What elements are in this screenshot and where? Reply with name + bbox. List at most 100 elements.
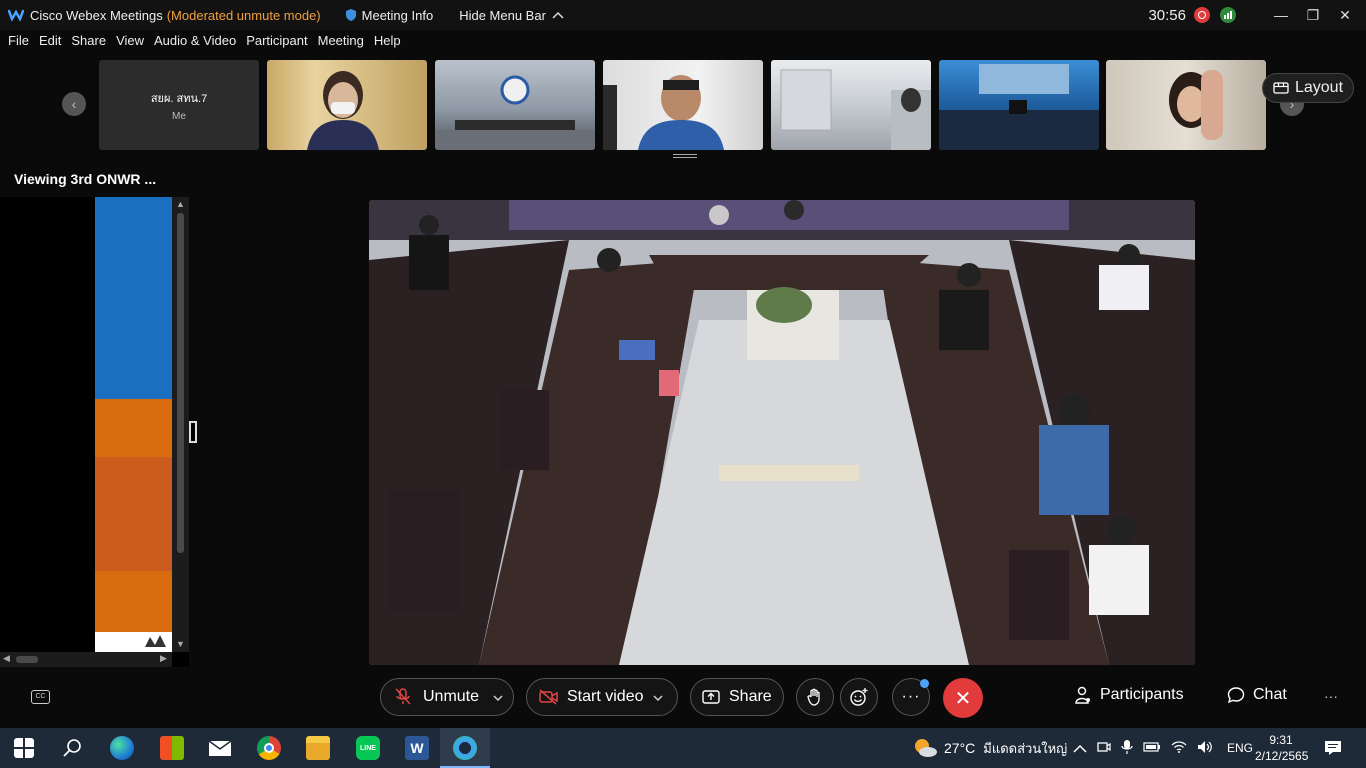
webex-logo-icon [8, 9, 24, 21]
menu-edit[interactable]: Edit [39, 33, 61, 55]
vertical-scrollbar[interactable]: ▲ ▼ [172, 197, 189, 652]
layout-label: Layout [1294, 79, 1344, 96]
hide-menu-bar-button[interactable]: Hide Menu Bar [459, 8, 564, 23]
mail-icon[interactable] [208, 736, 232, 760]
camera-off-icon [539, 689, 558, 705]
minimize-icon[interactable]: — [1266, 7, 1296, 23]
input-language-label[interactable]: ENG [1227, 741, 1253, 755]
close-x-icon: ✕ [954, 687, 972, 710]
leave-meeting-button[interactable]: ✕ [943, 678, 983, 718]
meet-now-icon[interactable] [1097, 740, 1111, 757]
participant-video-tile[interactable] [939, 60, 1099, 150]
wifi-icon[interactable] [1171, 740, 1187, 756]
menu-help[interactable]: Help [374, 33, 401, 55]
person-icon [1075, 686, 1090, 704]
clock-date: 2/12/2565 [1255, 749, 1309, 763]
network-stats-icon[interactable] [1220, 7, 1236, 23]
hide-menu-bar-label: Hide Menu Bar [459, 7, 546, 23]
microphone-tray-icon[interactable] [1121, 739, 1133, 758]
vertical-scroll-thumb[interactable] [177, 213, 184, 553]
scroll-right-small-icon[interactable]: ▶ [160, 653, 167, 664]
scroll-left-small-icon[interactable]: ◀ [3, 653, 10, 664]
recording-icon[interactable] [1194, 7, 1210, 23]
closed-captions-icon[interactable]: CC [31, 690, 50, 704]
meeting-info-button[interactable]: Meeting Info [345, 7, 434, 23]
shared-content-image [0, 197, 172, 652]
participants-label: Participants [1100, 686, 1184, 703]
scroll-left-icon[interactable]: ‹ [62, 92, 86, 116]
participants-button[interactable]: Participants [1074, 686, 1184, 704]
start-video-label: Start video [567, 688, 644, 705]
viewing-label: Viewing 3rd ONWR ... [14, 171, 157, 187]
chat-bubble-icon [1227, 687, 1245, 704]
search-icon[interactable] [62, 738, 82, 758]
hand-icon [807, 688, 820, 706]
self-me-label: Me [172, 110, 186, 122]
menu-view[interactable]: View [116, 33, 144, 55]
edge-browser-icon[interactable] [110, 736, 134, 760]
layout-button[interactable]: Layout [1262, 73, 1354, 103]
participant-video-tile[interactable] [771, 60, 931, 150]
microsoft-store-icon[interactable] [160, 736, 184, 760]
volume-icon[interactable] [1197, 740, 1213, 757]
weather-widget[interactable]: 27°C มีแดดส่วนใหญ่ [912, 728, 1067, 768]
webex-app-icon [453, 736, 477, 760]
reactions-button[interactable] [840, 678, 878, 716]
clock-time: 9:31 [1269, 733, 1293, 747]
video-options-chevron-icon[interactable] [653, 688, 664, 706]
weather-label: มีแดดส่วนใหญ่ [983, 740, 1068, 756]
start-video-button[interactable]: Start video [526, 678, 678, 716]
participant-video-tile[interactable] [267, 60, 427, 150]
active-speaker-video[interactable] [369, 200, 1195, 665]
participant-video-tile[interactable] [435, 60, 595, 150]
participant-avatar-image [603, 75, 724, 150]
shield-icon [345, 9, 356, 21]
self-video-tile[interactable]: สยผ. สทน.7 Me [99, 60, 259, 150]
horizontal-scrollbar[interactable]: ◀ ▶ [0, 652, 172, 667]
windows-start-icon[interactable] [14, 738, 34, 758]
chat-label: Chat [1253, 686, 1287, 703]
system-tray: ENG [1073, 728, 1253, 768]
app-name: Cisco Webex Meetings [30, 7, 163, 23]
raise-hand-button[interactable] [796, 678, 834, 716]
shared-content-panel[interactable]: ▲ ▼ ◀ ▶ [0, 197, 189, 667]
self-name: สยผ. สทน.7 [150, 92, 208, 105]
menu-share[interactable]: Share [71, 33, 106, 55]
word-app-icon[interactable]: W [405, 736, 429, 760]
menu-bar: File Edit Share View Audio & Video Parti… [0, 33, 403, 55]
file-explorer-icon[interactable] [306, 736, 330, 760]
scroll-up-icon[interactable]: ▲ [176, 199, 185, 209]
menu-meeting[interactable]: Meeting [318, 33, 364, 55]
meeting-timer: 30:56 [1148, 6, 1186, 24]
meeting-controls: CC Unmute Start video Share ··· ✕ Partic… [0, 676, 1366, 720]
unmute-button[interactable]: Unmute [380, 678, 514, 716]
share-button[interactable]: Share [690, 678, 784, 716]
line-app-icon[interactable]: LINE [356, 736, 380, 760]
chrome-browser-icon[interactable] [257, 736, 281, 760]
menu-participant[interactable]: Participant [246, 33, 307, 55]
temperature-label: 27°C [944, 740, 976, 756]
unmute-mode-label: (Moderated unmute mode) [166, 7, 321, 23]
system-clock[interactable]: 9:31 2/12/2565 [1255, 732, 1309, 764]
chat-button[interactable]: Chat [1227, 686, 1287, 704]
panel-resize-handle[interactable] [189, 421, 197, 443]
tray-overflow-chevron-icon[interactable] [1073, 741, 1087, 756]
participant-avatar-image [1169, 70, 1223, 140]
menu-audio-video[interactable]: Audio & Video [154, 33, 236, 55]
strip-resize-grip-icon[interactable] [673, 154, 697, 158]
webex-taskbar-item[interactable] [440, 728, 490, 768]
microphone-muted-icon [395, 688, 411, 705]
windows-taskbar: LINE W 27°C มีแดดส่วนใหญ่ ENG 9:31 2/12/… [0, 728, 1366, 768]
meeting-info-label: Meeting Info [361, 7, 434, 23]
participant-video-tile[interactable] [1106, 60, 1266, 150]
horizontal-scroll-thumb[interactable] [16, 656, 38, 663]
participant-video-tile[interactable] [603, 60, 763, 150]
notifications-icon[interactable] [1324, 740, 1342, 756]
menu-file[interactable]: File [8, 33, 29, 55]
scroll-down-icon[interactable]: ▼ [176, 639, 185, 649]
close-icon[interactable]: ✕ [1330, 7, 1360, 24]
panel-options-dots-icon[interactable]: ··· [1324, 688, 1338, 704]
unmute-options-chevron-icon[interactable] [493, 688, 503, 706]
restore-icon[interactable]: ❐ [1298, 7, 1328, 24]
battery-icon[interactable] [1143, 741, 1161, 756]
